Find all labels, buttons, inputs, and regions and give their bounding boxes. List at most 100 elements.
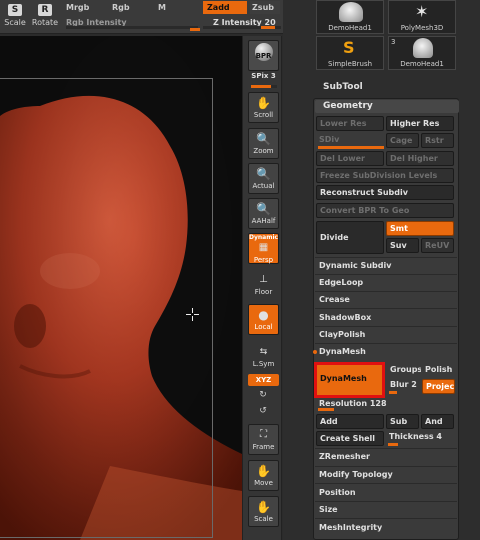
claypolish-header[interactable]: ClayPolish — [319, 330, 365, 339]
lower-res-button[interactable]: Lower Res — [316, 116, 384, 131]
spix-fill — [251, 85, 271, 88]
head-bust-icon — [413, 38, 433, 58]
persp-button[interactable]: Dynamic ▦ Persp — [248, 233, 279, 264]
local-orbit-icon: ● — [258, 308, 269, 322]
rotate-tool[interactable]: R Rotate — [30, 2, 60, 32]
actual-button[interactable]: 🔍 Actual — [248, 163, 279, 194]
dynamesh-open-indicator-icon — [313, 350, 317, 354]
perspective-grid-icon: ▦ — [258, 242, 269, 253]
edgeloop-header[interactable]: EdgeLoop — [319, 278, 363, 287]
reconstruct-subdiv-button[interactable]: Reconstruct Subdiv — [316, 185, 454, 200]
scale-icon: S — [8, 4, 22, 16]
move-hand-icon: ✋ — [256, 464, 271, 478]
dynamesh-button-label: DynaMesh — [320, 374, 367, 383]
project-toggle[interactable]: Projec — [422, 379, 455, 394]
del-higher-button[interactable]: Del Higher — [386, 151, 454, 166]
bpr-button[interactable]: BPR — [248, 40, 279, 71]
scale-button[interactable]: ✋ Scale — [248, 496, 279, 527]
panel-scrollbar[interactable] — [461, 98, 467, 540]
floor-icon: ⊥ — [259, 274, 268, 285]
tool-thumb-demohead-2[interactable]: 3 DemoHead1 — [388, 36, 456, 70]
spix-label[interactable]: SPix 3 — [248, 72, 279, 84]
z-intensity-slider[interactable]: Z Intensity 20 — [203, 17, 281, 29]
rgb-intensity-marker — [190, 28, 200, 31]
modify-topology-header[interactable]: Modify Topology — [319, 470, 393, 479]
xyz-button[interactable]: XYZ — [248, 374, 279, 386]
freeze-subdivision-button[interactable]: Freeze SubDivision Levels — [316, 168, 454, 183]
frame-icon: ⛶ — [260, 429, 267, 440]
zremesher-header[interactable]: ZRemesher — [319, 452, 370, 461]
rgb-button[interactable]: Rgb — [112, 2, 130, 14]
crease-header[interactable]: Crease — [319, 295, 350, 304]
rstr-button[interactable]: Rstr — [421, 133, 454, 148]
magnifier-actual-icon: 🔍 — [256, 167, 271, 181]
and-button[interactable]: And — [421, 414, 454, 429]
bpr-label: BPR — [255, 52, 272, 60]
size-header[interactable]: Size — [319, 505, 338, 514]
floor-button[interactable]: ⊥ Floor — [248, 270, 279, 301]
hand-icon: ✋ — [256, 96, 271, 110]
frame-button[interactable]: ⛶ Frame — [248, 424, 279, 455]
dynamic-subdiv-header[interactable]: Dynamic Subdiv — [319, 261, 391, 270]
zoom-button[interactable]: 🔍 Zoom — [248, 128, 279, 159]
head-bust-icon — [339, 2, 363, 22]
rgb-intensity-slider[interactable]: Rgb Intensity — [66, 17, 198, 29]
simplebrush-icon: S — [343, 38, 355, 57]
top-toolbar: S Scale R Rotate Mrgb Rgb M Zadd Zsub Rg… — [0, 0, 283, 34]
add-button[interactable]: Add — [316, 414, 384, 429]
mrgb-button[interactable]: Mrgb — [66, 2, 89, 14]
suv-toggle[interactable]: Suv — [386, 238, 419, 253]
geometry-title[interactable]: Geometry — [315, 100, 459, 113]
lsym-button[interactable]: ⇆ L.Sym — [248, 342, 279, 373]
right-shelf: BPR SPix 3 ✋ Scroll 🔍 Zoom 🔍 Actual 🔍 AA… — [242, 36, 282, 540]
dynamesh-header[interactable]: DynaMesh — [319, 347, 366, 356]
rotate-y-icon[interactable]: ↻ — [257, 390, 269, 402]
tool-thumb-simplebrush[interactable]: S SimpleBrush — [316, 36, 384, 70]
higher-res-button[interactable]: Higher Res — [386, 116, 454, 131]
convert-bpr-button[interactable]: Convert BPR To Geo — [316, 203, 454, 218]
create-shell-button[interactable]: Create Shell — [316, 431, 384, 446]
rotate-label: Rotate — [31, 18, 59, 27]
subtool-count-badge: 3 — [391, 38, 396, 46]
star-icon: ✶ — [415, 2, 429, 21]
blur-fill — [389, 391, 397, 394]
resolution-fill — [318, 408, 334, 411]
divide-button[interactable]: Divide — [316, 221, 384, 254]
magnifier-half-icon: 🔍 — [256, 202, 271, 216]
resolution-slider[interactable]: Resolution 128 — [316, 397, 454, 412]
subtool-header[interactable]: SubTool — [323, 82, 363, 92]
dynamesh-button[interactable]: DynaMesh — [314, 362, 385, 398]
sdiv-fill — [318, 146, 384, 149]
move-button[interactable]: ✋ Move — [248, 460, 279, 491]
crosshair-cursor-icon — [186, 308, 199, 321]
scale-tool[interactable]: S Scale — [0, 2, 30, 32]
aahalf-button[interactable]: 🔍 AAHalf — [248, 198, 279, 229]
del-lower-button[interactable]: Del Lower — [316, 151, 384, 166]
polish-toggle[interactable]: Polish — [422, 363, 456, 378]
thickness-fill — [388, 443, 398, 446]
meshintegrity-header[interactable]: MeshIntegrity — [319, 523, 382, 532]
rotate-z-icon[interactable]: ↺ — [257, 406, 269, 418]
position-header[interactable]: Position — [319, 488, 356, 497]
symmetry-arrows-icon: ⇆ — [259, 347, 268, 357]
m-button[interactable]: M — [158, 2, 166, 14]
zadd-button[interactable]: Zadd — [203, 1, 247, 14]
viewport-canvas[interactable] — [0, 36, 242, 540]
dynamic-label: Dynamic — [249, 234, 279, 241]
scale-hand-icon: ✋ — [256, 500, 271, 514]
shadowbox-header[interactable]: ShadowBox — [319, 313, 371, 322]
zsub-button[interactable]: Zsub — [250, 1, 280, 14]
scroll-button[interactable]: ✋ Scroll — [248, 92, 279, 123]
document-frame — [0, 78, 213, 538]
tool-thumb-demohead[interactable]: DemoHead1 — [316, 0, 384, 34]
groups-toggle[interactable]: Groups — [387, 363, 421, 378]
magnifier-icon: 🔍 — [256, 132, 271, 146]
local-button[interactable]: ● Local — [248, 304, 279, 335]
tool-thumbnails: DemoHead1 ✶ PolyMesh3D S SimpleBrush 3 D… — [316, 0, 458, 72]
rotate-icon: R — [38, 4, 52, 16]
reuv-button[interactable]: ReUV — [421, 238, 454, 253]
cage-button[interactable]: Cage — [386, 133, 419, 148]
smt-toggle[interactable]: Smt — [386, 221, 454, 236]
sub-button[interactable]: Sub — [386, 414, 419, 429]
tool-thumb-polymesh3d[interactable]: ✶ PolyMesh3D — [388, 0, 456, 34]
